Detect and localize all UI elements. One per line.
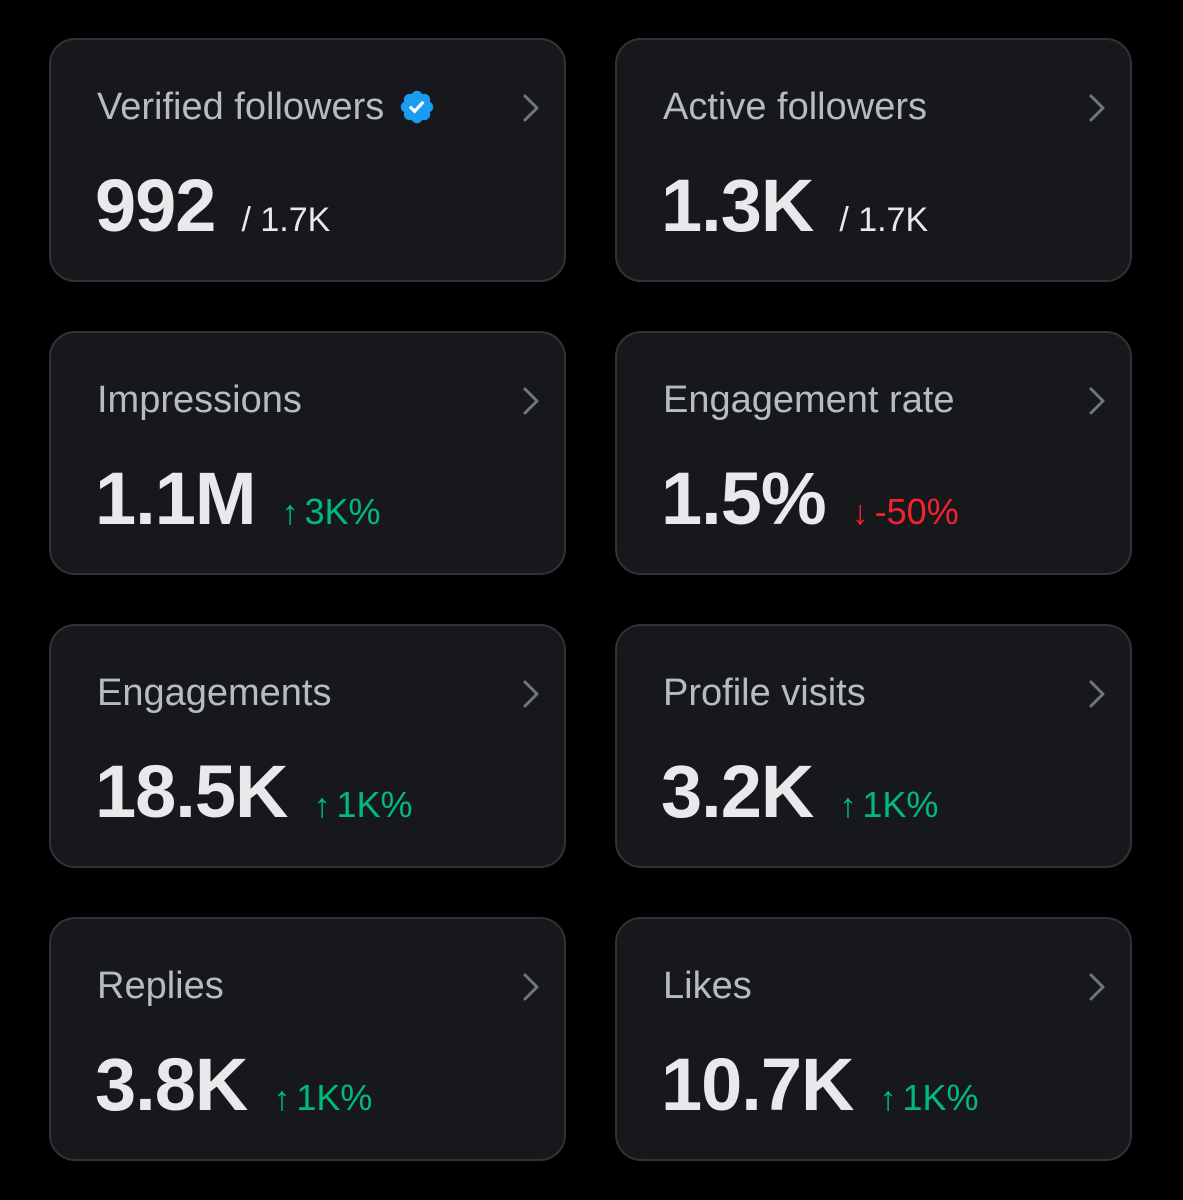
metric-change: ↓ -50% xyxy=(852,491,959,533)
arrow-up-icon: ↑ xyxy=(313,787,331,825)
metric-value: 3.8K xyxy=(95,1043,248,1126)
metric-change: ↑ 1K% xyxy=(313,784,412,826)
chevron-right-icon[interactable] xyxy=(520,678,542,710)
metric-change: ↑ 1K% xyxy=(839,784,938,826)
card-title-row: Likes xyxy=(663,963,752,1009)
metric-change: ↑ 1K% xyxy=(273,1077,372,1119)
metric-value: 3.2K xyxy=(661,750,814,833)
card-title: Engagements xyxy=(97,672,332,714)
active-followers-card[interactable]: Active followers 1.3K / 1.7K xyxy=(615,38,1132,282)
metric-value-row: 3.2K ↑ 1K% xyxy=(661,752,938,832)
change-value: 1K% xyxy=(862,784,939,825)
replies-card[interactable]: Replies 3.8K ↑ 1K% xyxy=(49,917,566,1161)
arrow-up-icon: ↑ xyxy=(879,1080,897,1118)
metric-change: ↑ 3K% xyxy=(282,491,381,533)
card-title: Replies xyxy=(97,965,224,1007)
change-value: -50% xyxy=(874,491,959,532)
card-title-row: Active followers xyxy=(663,84,927,130)
card-title-row: Engagement rate xyxy=(663,377,955,423)
chevron-right-icon[interactable] xyxy=(1086,92,1108,124)
analytics-metrics-grid: Verified followers 992 / 1.7K Active fol… xyxy=(0,0,1183,1200)
metric-value-row: 1.1M ↑ 3K% xyxy=(95,459,381,539)
arrow-up-icon: ↑ xyxy=(839,787,857,825)
card-title-row: Engagements xyxy=(97,670,332,716)
metric-value-row: 10.7K ↑ 1K% xyxy=(661,1045,979,1125)
card-title: Active followers xyxy=(663,86,927,128)
metric-value-row: 18.5K ↑ 1K% xyxy=(95,752,413,832)
chevron-right-icon[interactable] xyxy=(520,971,542,1003)
engagements-card[interactable]: Engagements 18.5K ↑ 1K% xyxy=(49,624,566,868)
metric-value-row: 992 / 1.7K xyxy=(95,166,330,246)
chevron-right-icon[interactable] xyxy=(520,92,542,124)
chevron-right-icon[interactable] xyxy=(1086,385,1108,417)
card-title: Likes xyxy=(663,965,752,1007)
metric-total: / 1.7K xyxy=(241,201,331,239)
metric-value-row: 3.8K ↑ 1K% xyxy=(95,1045,372,1125)
impressions-card[interactable]: Impressions 1.1M ↑ 3K% xyxy=(49,331,566,575)
profile-visits-card[interactable]: Profile visits 3.2K ↑ 1K% xyxy=(615,624,1132,868)
metric-value-row: 1.3K / 1.7K xyxy=(661,166,928,246)
metric-value: 992 xyxy=(95,164,216,247)
change-value: 1K% xyxy=(296,1077,373,1118)
card-title-row: Profile visits xyxy=(663,670,866,716)
card-title: Engagement rate xyxy=(663,379,955,421)
card-title: Impressions xyxy=(97,379,302,421)
verified-badge-icon xyxy=(401,90,434,124)
card-title: Verified followers xyxy=(97,86,385,128)
metric-value: 18.5K xyxy=(95,750,288,833)
arrow-down-icon: ↓ xyxy=(851,494,869,532)
card-title: Profile visits xyxy=(663,672,866,714)
metric-value: 1.5% xyxy=(661,457,827,540)
arrow-up-icon: ↑ xyxy=(273,1080,291,1118)
metric-change: ↑ 1K% xyxy=(879,1077,978,1119)
change-value: 1K% xyxy=(902,1077,979,1118)
metric-total: / 1.7K xyxy=(839,201,929,239)
engagement-rate-card[interactable]: Engagement rate 1.5% ↓ -50% xyxy=(615,331,1132,575)
metric-value-row: 1.5% ↓ -50% xyxy=(661,459,959,539)
change-value: 3K% xyxy=(304,491,381,532)
arrow-up-icon: ↑ xyxy=(281,494,299,532)
chevron-right-icon[interactable] xyxy=(1086,971,1108,1003)
chevron-right-icon[interactable] xyxy=(520,385,542,417)
card-title-row: Replies xyxy=(97,963,224,1009)
metric-value: 1.3K xyxy=(661,164,814,247)
card-title-row: Verified followers xyxy=(97,84,436,130)
metric-value: 10.7K xyxy=(661,1043,854,1126)
metric-value: 1.1M xyxy=(95,457,257,540)
change-value: 1K% xyxy=(336,784,413,825)
card-title-row: Impressions xyxy=(97,377,302,423)
likes-card[interactable]: Likes 10.7K ↑ 1K% xyxy=(615,917,1132,1161)
chevron-right-icon[interactable] xyxy=(1086,678,1108,710)
verified-followers-card[interactable]: Verified followers 992 / 1.7K xyxy=(49,38,566,282)
